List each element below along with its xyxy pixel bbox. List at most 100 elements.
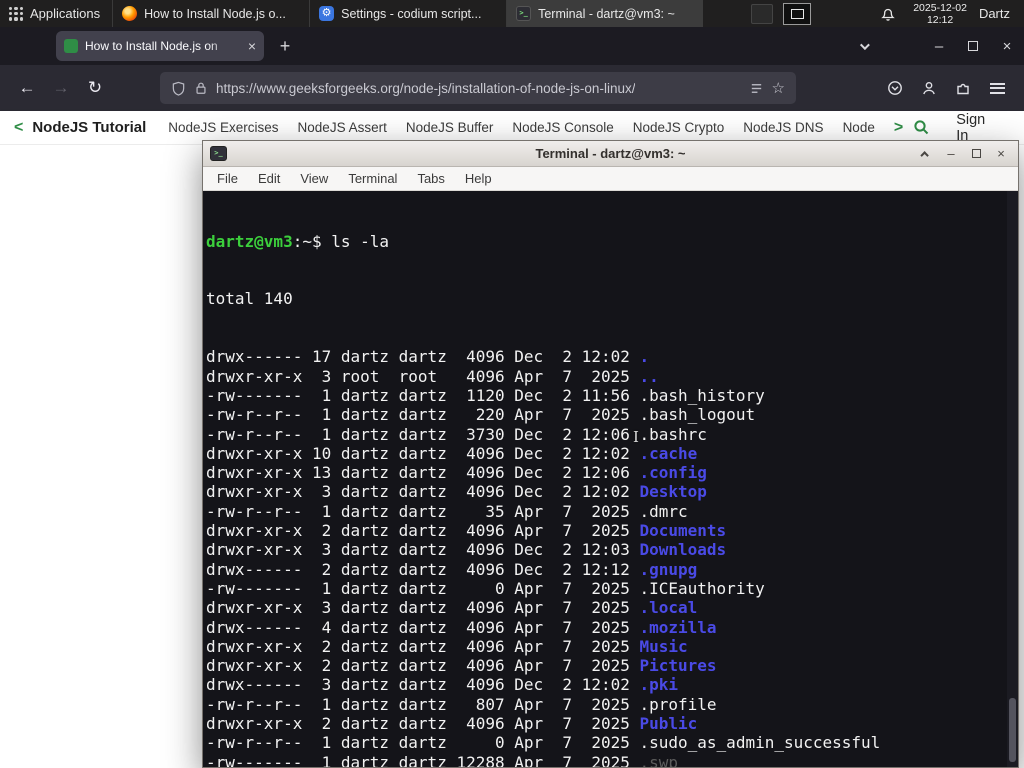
user-menu[interactable]: Dartz: [979, 6, 1010, 21]
ls-row-meta: drwx------ 17 dartz dartz 4096 Dec 2 12:…: [206, 347, 640, 367]
puzzle-icon: [957, 83, 969, 95]
firefox-icon: [122, 6, 138, 21]
total-line: total 140: [206, 289, 293, 309]
account-button[interactable]: [912, 72, 946, 104]
terminal-ls-row: drwx------ 2 dartz dartz 4096 Dec 2 12:1…: [206, 560, 1018, 579]
ls-row-meta: drwxr-xr-x 10 dartz dartz 4096 Dec 2 12:…: [206, 443, 640, 463]
chevron-left-icon: <: [14, 118, 24, 136]
terminal-ls-row: drwxr-xr-x 3 dartz dartz 4096 Apr 7 2025…: [206, 598, 1018, 617]
site-search-button[interactable]: [913, 119, 930, 136]
terminal-ls-row: -rw------- 1 dartz dartz 12288 Apr 7 202…: [206, 753, 1018, 767]
directory-name: Public: [639, 714, 698, 734]
lock-icon[interactable]: [194, 81, 208, 95]
taskbar-window-firefox[interactable]: How to Install Node.js o...: [112, 0, 309, 27]
shield-icon[interactable]: [171, 81, 186, 96]
reader-mode-icon[interactable]: [749, 81, 764, 96]
site-nav-link[interactable]: NodeJS Crypto: [633, 120, 725, 135]
menu-button[interactable]: [980, 72, 1014, 104]
site-nav-link[interactable]: NodeJS Assert: [298, 120, 387, 135]
tray-app-icon[interactable]: [751, 3, 774, 24]
extensions-button[interactable]: [946, 72, 980, 104]
terminal-ls-row: drwx------ 3 dartz dartz 4096 Dec 2 12:0…: [206, 675, 1018, 694]
ls-row-meta: -rw------- 1 dartz dartz 1120 Dec 2 11:5…: [206, 385, 640, 405]
terminal-ls-row: -rw-r--r-- 1 dartz dartz 3730 Dec 2 12:0…: [206, 425, 1018, 444]
terminal-ls-row: drwxr-xr-x 2 dartz dartz 4096 Apr 7 2025…: [206, 714, 1018, 733]
menu-help[interactable]: Help: [457, 169, 500, 188]
terminal-ls-row: drwx------ 17 dartz dartz 4096 Dec 2 12:…: [206, 347, 1018, 366]
applications-menu-button[interactable]: Applications: [0, 0, 112, 27]
terminal-ls-row: drwxr-xr-x 13 dartz dartz 4096 Dec 2 12:…: [206, 463, 1018, 482]
terminal-ls-row: drwxr-xr-x 2 dartz dartz 4096 Apr 7 2025…: [206, 637, 1018, 656]
search-icon: [914, 120, 929, 135]
settings-gear-icon: ⚙: [319, 6, 335, 21]
terminal-minimize-button[interactable]: –: [941, 145, 961, 163]
window-close-button[interactable]: ×: [990, 27, 1024, 65]
taskbar-window-terminal[interactable]: >_ Terminal - dartz@vm3: ~: [506, 0, 704, 27]
terminal-ls-row: -rw-r--r-- 1 dartz dartz 220 Apr 7 2025 …: [206, 405, 1018, 424]
directory-name: .: [639, 347, 650, 367]
terminal-output[interactable]: dartz@vm3:~$ ls -la total 140 drwx------…: [203, 191, 1018, 767]
account-icon: [923, 82, 935, 95]
menu-view[interactable]: View: [292, 169, 336, 188]
pocket-button[interactable]: [878, 72, 912, 104]
ls-row-meta: -rw-r--r-- 1 dartz dartz 3730 Dec 2 12:0…: [206, 424, 640, 444]
tray-display-icon[interactable]: [783, 2, 812, 25]
taskbar-window-settings[interactable]: ⚙ Settings - codium script...: [309, 0, 506, 27]
site-nav-link[interactable]: NodeJS DNS: [743, 120, 823, 135]
bookmark-star-icon[interactable]: ☆: [772, 79, 785, 97]
file-name: .ICEauthority: [639, 578, 765, 598]
site-nav-link[interactable]: NodeJS Console: [512, 120, 613, 135]
ls-row-meta: drwxr-xr-x 2 dartz dartz 4096 Apr 7 2025: [206, 636, 640, 656]
url-bar[interactable]: https://www.geeksforgeeks.org/node-js/in…: [160, 72, 796, 104]
terminal-ls-row: drwxr-xr-x 2 dartz dartz 4096 Apr 7 2025…: [206, 521, 1018, 540]
ls-row-meta: drwxr-xr-x 3 root root 4096 Apr 7 2025: [206, 366, 640, 386]
sign-in-button[interactable]: Sign In: [956, 112, 985, 144]
applications-label: Applications: [30, 6, 101, 21]
site-nav-back-button[interactable]: < NodeJS Tutorial: [14, 119, 146, 137]
clock[interactable]: 2025-12-02 12:12: [913, 2, 967, 26]
taskbar-window-title: Terminal - dartz@vm3: ~: [538, 6, 675, 21]
mouse-ibeam-cursor: I: [633, 428, 639, 446]
reload-button[interactable]: ↻: [78, 72, 112, 104]
terminal-scrollbar[interactable]: [1007, 191, 1018, 767]
browser-tab[interactable]: How to Install Node.js on ×: [56, 31, 264, 61]
terminal-maximize-button[interactable]: [966, 145, 986, 163]
desktop: Applications How to Install Node.js o...…: [0, 0, 1024, 768]
terminal-icon: >_: [516, 6, 532, 21]
terminal-close-button[interactable]: ×: [991, 145, 1011, 163]
ls-row-meta: -rw-r--r-- 1 dartz dartz 0 Apr 7 2025: [206, 733, 640, 753]
menu-tabs[interactable]: Tabs: [409, 169, 452, 188]
directory-name: .mozilla: [639, 617, 717, 637]
directory-name: .pki: [639, 675, 679, 695]
site-nav-next-button[interactable]: >: [894, 119, 903, 137]
file-name: .bashrc: [639, 424, 707, 444]
back-button[interactable]: ←: [10, 72, 44, 104]
terminal-shade-button[interactable]: [916, 145, 936, 163]
menu-terminal[interactable]: Terminal: [340, 169, 405, 188]
notifications-button[interactable]: [875, 0, 901, 27]
terminal-title: Terminal - dartz@vm3: ~: [535, 146, 686, 161]
site-nav-link[interactable]: NodeJS Exercises: [168, 120, 278, 135]
terminal-menubar: File Edit View Terminal Tabs Help: [203, 167, 1018, 191]
tab-close-icon[interactable]: ×: [248, 39, 256, 53]
site-nav-link[interactable]: NodeJS Buffer: [406, 120, 494, 135]
forward-button[interactable]: →: [44, 72, 78, 104]
list-all-tabs-button[interactable]: [846, 27, 880, 65]
scrollbar-thumb[interactable]: [1009, 698, 1016, 762]
terminal-ls-row: drwx------ 4 dartz dartz 4096 Apr 7 2025…: [206, 618, 1018, 637]
directory-name: .cache: [639, 443, 698, 463]
new-tab-button[interactable]: +: [272, 33, 298, 59]
terminal-ls-row: drwxr-xr-x 3 dartz dartz 4096 Dec 2 12:0…: [206, 540, 1018, 559]
window-minimize-button[interactable]: –: [922, 27, 956, 65]
menu-edit[interactable]: Edit: [250, 169, 288, 188]
clock-time: 12:12: [926, 13, 954, 26]
browser-tab-bar: How to Install Node.js on × + – ×: [0, 27, 1024, 65]
site-nav-back-label: NodeJS Tutorial: [32, 119, 147, 136]
site-favicon: [64, 39, 78, 53]
site-nav-link[interactable]: Node: [843, 120, 875, 135]
tab-title: How to Install Node.js on: [85, 39, 218, 53]
terminal-titlebar[interactable]: >_ Terminal - dartz@vm3: ~ – ×: [203, 141, 1018, 167]
directory-name: .gnupg: [639, 559, 698, 579]
menu-file[interactable]: File: [209, 169, 246, 188]
window-maximize-button[interactable]: [956, 27, 990, 65]
